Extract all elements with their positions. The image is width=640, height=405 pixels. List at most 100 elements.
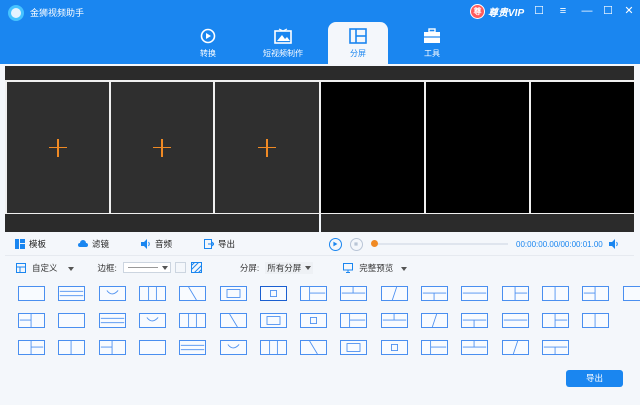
export-button[interactable]: 导出	[566, 370, 623, 387]
template-layout-icon	[268, 341, 278, 354]
custom-layout-icon	[16, 262, 26, 273]
template-layout-icon	[19, 287, 44, 300]
split-template-option[interactable]	[259, 286, 287, 301]
template-layout-icon	[382, 314, 406, 321]
split-template-option[interactable]	[300, 313, 328, 328]
tab-convert[interactable]: 转换	[178, 22, 238, 64]
border-color-button[interactable]	[174, 262, 186, 273]
video-maker-icon	[274, 28, 292, 44]
chat-icon[interactable]: ☐	[532, 4, 546, 18]
split-template-option[interactable]	[18, 286, 45, 301]
split-cell-2[interactable]	[111, 82, 213, 213]
preview-bottom-bar	[321, 214, 634, 232]
preview-dropdown[interactable]: 完整预览	[359, 262, 408, 274]
preview-cell-1	[321, 82, 424, 213]
split-template-option[interactable]	[380, 340, 408, 355]
split-template-option[interactable]	[461, 340, 489, 355]
split-template-option[interactable]	[18, 340, 45, 355]
split-template-option[interactable]	[300, 286, 328, 301]
border-style-select[interactable]	[122, 262, 171, 273]
split-template-option[interactable]	[501, 286, 529, 301]
split-template-option[interactable]	[582, 286, 610, 301]
stop-button[interactable]	[350, 237, 363, 251]
split-template-option[interactable]	[138, 313, 166, 328]
border-pattern-icon[interactable]	[190, 262, 202, 273]
split-template-option[interactable]	[340, 313, 368, 328]
template-layout-icon	[227, 344, 239, 349]
preview-cell-3	[531, 82, 634, 213]
split-value: 所有分屏	[267, 262, 302, 273]
menu-icon[interactable]: ≡	[556, 4, 570, 18]
split-template-option[interactable]	[138, 340, 166, 355]
split-template-option[interactable]	[18, 313, 45, 328]
split-dropdown[interactable]: 所有分屏	[265, 261, 314, 274]
tab-template[interactable]: 模板	[15, 238, 46, 250]
split-template-option[interactable]	[421, 286, 448, 301]
add-icon[interactable]	[153, 138, 171, 157]
split-template-option[interactable]	[259, 313, 287, 328]
tab-audio[interactable]: 音频	[141, 238, 172, 250]
tab-filter[interactable]: 滤镜	[78, 238, 109, 250]
tab-split-screen[interactable]: 分屏	[328, 22, 388, 64]
volume-icon[interactable]	[608, 239, 619, 249]
tab-tools[interactable]: 工具	[402, 22, 462, 64]
split-cells	[5, 80, 634, 214]
split-template-option[interactable]	[340, 340, 368, 355]
split-template-option[interactable]	[259, 340, 287, 355]
template-layout-icon	[309, 287, 326, 300]
close-button[interactable]: ✕	[622, 4, 636, 18]
split-template-option[interactable]	[380, 313, 408, 328]
split-template-option[interactable]	[219, 286, 247, 301]
split-template-option[interactable]	[340, 286, 368, 301]
split-template-option[interactable]	[541, 286, 569, 301]
minimize-button[interactable]: —	[580, 4, 594, 18]
tab-filter-label: 滤镜	[92, 239, 110, 249]
tab-export[interactable]: 导出	[204, 238, 235, 250]
tab-split-screen-label: 分屏	[350, 49, 366, 58]
add-icon[interactable]	[49, 138, 67, 157]
progress-handle[interactable]	[371, 240, 378, 247]
maximize-button[interactable]: ☐	[601, 4, 615, 18]
split-template-option[interactable]	[58, 286, 86, 301]
play-button[interactable]	[329, 237, 342, 251]
split-template-option[interactable]	[179, 286, 207, 301]
add-icon[interactable]	[258, 138, 276, 157]
progress-slider[interactable]	[371, 240, 508, 247]
template-layout-icon	[583, 287, 596, 300]
tab-video-maker[interactable]: 短视频制作	[253, 22, 313, 64]
split-template-option[interactable]	[179, 340, 207, 355]
split-template-option[interactable]	[58, 313, 86, 328]
split-template-option[interactable]	[58, 340, 86, 355]
split-template-option[interactable]	[541, 313, 569, 328]
template-layout-icon	[346, 343, 361, 352]
split-template-option[interactable]	[380, 286, 408, 301]
split-cell-1[interactable]	[7, 82, 109, 213]
split-template-option[interactable]	[461, 313, 489, 328]
custom-dropdown[interactable]: 自定义	[32, 262, 74, 274]
split-template-option[interactable]	[501, 340, 529, 355]
split-template-option[interactable]	[421, 313, 448, 328]
preview-cell-2	[426, 82, 529, 213]
preview-top-bar	[5, 66, 634, 80]
split-template-option[interactable]	[138, 286, 166, 301]
preview-label: 完整预览	[359, 262, 394, 273]
split-template-option[interactable]	[98, 313, 126, 328]
vip-button[interactable]: 尊 尊贵VIP	[470, 3, 524, 19]
split-template-option[interactable]	[179, 313, 207, 328]
split-template-option[interactable]	[300, 340, 328, 355]
split-template-option[interactable]	[501, 313, 529, 328]
template-layout-icon	[624, 287, 640, 300]
editor-tabs: 模板 滤镜 音频 导出	[5, 233, 319, 255]
split-template-option[interactable]	[622, 286, 640, 301]
split-template-option[interactable]	[98, 286, 126, 301]
split-template-option[interactable]	[98, 340, 126, 355]
split-template-option[interactable]	[219, 340, 247, 355]
split-template-option[interactable]	[421, 340, 448, 355]
split-template-option[interactable]	[461, 286, 489, 301]
split-cell-3[interactable]	[215, 82, 319, 213]
tab-template-label: 模板	[29, 239, 47, 249]
split-template-option[interactable]	[219, 313, 247, 328]
template-layout-icon	[422, 292, 447, 300]
split-template-option[interactable]	[541, 340, 569, 355]
split-template-option[interactable]	[582, 313, 610, 328]
